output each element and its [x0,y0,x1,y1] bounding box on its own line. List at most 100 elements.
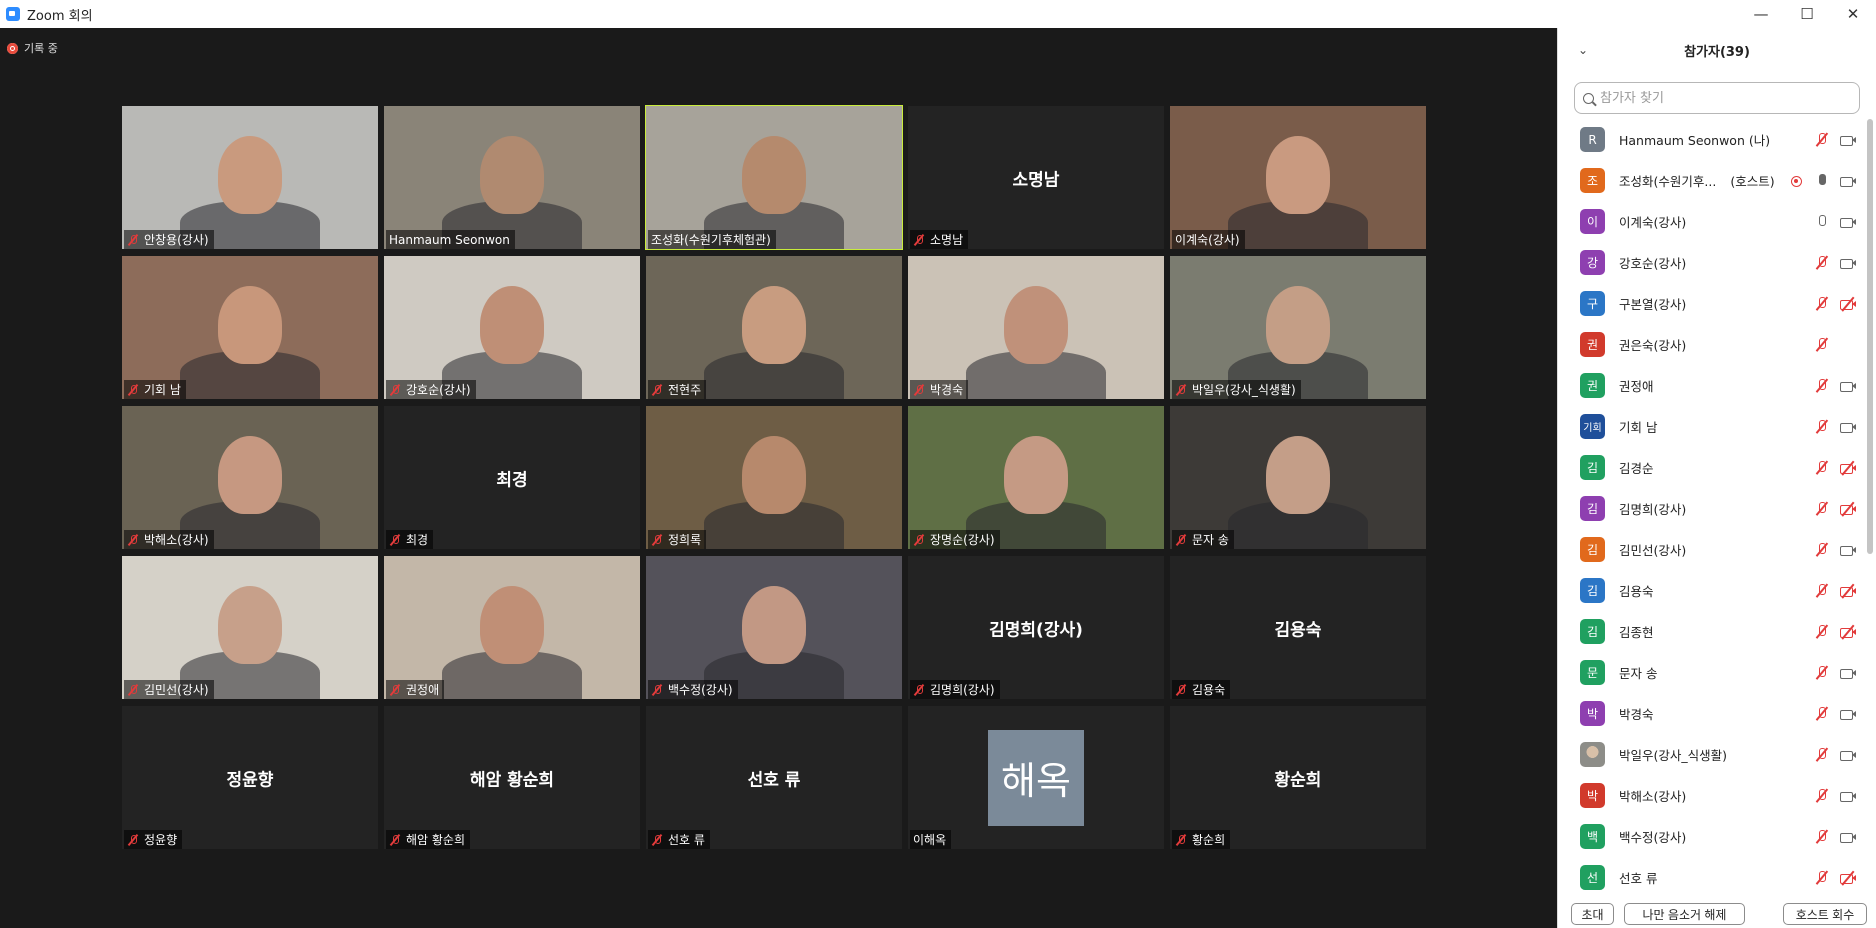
camera-icon[interactable] [1840,255,1856,271]
mic-icon[interactable] [1814,214,1830,230]
camera-icon[interactable] [1840,173,1856,189]
mic-muted-icon[interactable] [1814,419,1830,435]
mic-muted-icon[interactable] [1814,583,1830,599]
mic-muted-icon[interactable] [1814,337,1830,353]
search-input[interactable] [1600,90,1840,106]
video-tile[interactable]: 기회 남 [122,256,378,399]
participant-row[interactable]: 강 강호순(강사) [1558,242,1866,283]
recording-indicator[interactable]: 기록 중 [7,40,58,56]
video-tile[interactable]: 문자 송 [1170,406,1426,549]
camera-icon[interactable] [1840,829,1856,845]
mic-muted-icon[interactable] [1814,296,1830,312]
mic-muted-icon[interactable] [1814,829,1830,845]
participant-row[interactable]: R Hanmaum Seonwon (나) [1558,119,1866,160]
video-tile[interactable]: 박일우(강사_식생활) [1170,256,1426,399]
camera-icon[interactable] [1840,378,1856,394]
participant-row[interactable]: 김 김용숙 [1558,570,1866,611]
mic-muted-icon[interactable] [1814,378,1830,394]
participant-row[interactable]: 이 이계숙(강사) [1558,201,1866,242]
camera-icon[interactable] [1840,665,1856,681]
participant-name: Hanmaum Seonwon [389,232,510,247]
participant-row[interactable]: 조 조성화(수원기후... (호스트) [1558,160,1866,201]
video-tile[interactable]: 선호 류 선호 류 [646,706,902,849]
mic-muted-icon[interactable] [1814,788,1830,804]
participant-row[interactable]: 김 김경순 [1558,447,1866,488]
participant-row[interactable]: 문 문자 송 [1558,652,1866,693]
camera-icon[interactable] [1840,542,1856,558]
participant-row[interactable]: 권 권정애 [1558,365,1866,406]
unmute-me-button[interactable]: 나만 음소거 해제 [1624,903,1745,925]
mic-muted-icon[interactable] [1814,460,1830,476]
mic-muted-icon[interactable] [1814,665,1830,681]
tile-center-name: 해암 황순희 [469,770,555,790]
camera-icon[interactable] [1840,747,1856,763]
participant-search[interactable] [1574,82,1860,114]
video-tile[interactable]: 안창용(강사) [122,106,378,249]
mic-muted-icon[interactable] [1814,747,1830,763]
participant-row[interactable]: 권 권은숙(강사) [1558,324,1866,365]
participant-status-icons [1814,119,1856,160]
minimize-button[interactable]: — [1738,0,1784,28]
video-tile[interactable]: 정희록 [646,406,902,549]
participant-row[interactable]: 김 김민선(강사) [1558,529,1866,570]
participant-row[interactable]: 박일우(강사_식생활) [1558,734,1866,775]
camera-off-icon[interactable] [1840,460,1856,476]
reclaim-host-button[interactable]: 호스트 회수 [1783,903,1867,925]
video-tile[interactable]: 해암 황순희 해암 황순희 [384,706,640,849]
video-tile[interactable]: 김명희(강사) 김명희(강사) [908,556,1164,699]
participant-row[interactable]: 기회 기회 남 [1558,406,1866,447]
chevron-down-icon[interactable]: ⌄ [1578,43,1588,57]
camera-off-icon[interactable] [1840,501,1856,517]
participant-row[interactable]: 박 박해소(강사) [1558,775,1866,816]
video-tile[interactable]: 장명순(강사) [908,406,1164,549]
camera-off-icon[interactable] [1840,870,1856,886]
camera-icon[interactable] [1840,419,1856,435]
video-tile[interactable]: 황순희 황순희 [1170,706,1426,849]
video-tile[interactable]: 정윤향 정윤향 [122,706,378,849]
participant-row[interactable]: 김 김종현 [1558,611,1866,652]
scrollbar-thumb[interactable] [1867,119,1873,554]
participant-row[interactable]: 김 김명희(강사) [1558,488,1866,529]
participant-name: 김종현 [1619,625,1654,640]
mic-muted-icon[interactable] [1814,501,1830,517]
video-tile[interactable]: 조성화(수원기후체험관) [645,105,903,250]
participant-name: 강호순(강사) [1619,256,1687,271]
video-tile[interactable]: 전현주 [646,256,902,399]
close-button[interactable]: ✕ [1830,0,1876,28]
camera-off-icon[interactable] [1840,583,1856,599]
video-tile[interactable]: 최경 최경 [384,406,640,549]
camera-icon[interactable] [1840,214,1856,230]
scrollbar[interactable] [1867,119,1873,902]
invite-button[interactable]: 초대 [1571,903,1614,925]
video-tile[interactable]: 백수정(강사) [646,556,902,699]
mic-muted-icon[interactable] [1814,870,1830,886]
video-tile[interactable]: 이계숙(강사) [1170,106,1426,249]
video-tile[interactable]: 소명남 소명남 [908,106,1164,249]
video-tile[interactable]: 박경숙 [908,256,1164,399]
maximize-button[interactable]: ☐ [1784,0,1830,28]
mic-muted-icon[interactable] [1814,542,1830,558]
participant-status-icons [1814,775,1856,816]
participant-row[interactable]: 박 박경숙 [1558,693,1866,734]
mic-muted-icon[interactable] [1814,624,1830,640]
mic-muted-icon[interactable] [1814,255,1830,271]
video-tile[interactable]: 권정애 [384,556,640,699]
camera-icon[interactable] [1840,132,1856,148]
participant-row[interactable]: 구 구본열(강사) [1558,283,1866,324]
video-tile[interactable]: 김민선(강사) [122,556,378,699]
camera-off-icon[interactable] [1840,296,1856,312]
video-tile[interactable]: 해옥 이해옥 [908,706,1164,849]
participant-row[interactable]: 백 백수정(강사) [1558,816,1866,857]
mic-muted-icon[interactable] [1814,132,1830,148]
video-tile[interactable]: 김용숙 김용숙 [1170,556,1426,699]
video-tile[interactable]: Hanmaum Seonwon [384,106,640,249]
camera-icon[interactable] [1840,706,1856,722]
mic-muted-icon[interactable] [1814,706,1830,722]
camera-off-icon[interactable] [1840,624,1856,640]
camera-icon[interactable] [1840,788,1856,804]
mic-icon[interactable] [1814,173,1830,189]
participant-status-icons [1814,816,1856,857]
participant-name: 백수정(강사) [668,683,733,697]
video-tile[interactable]: 박해소(강사) [122,406,378,549]
video-tile[interactable]: 강호순(강사) [384,256,640,399]
